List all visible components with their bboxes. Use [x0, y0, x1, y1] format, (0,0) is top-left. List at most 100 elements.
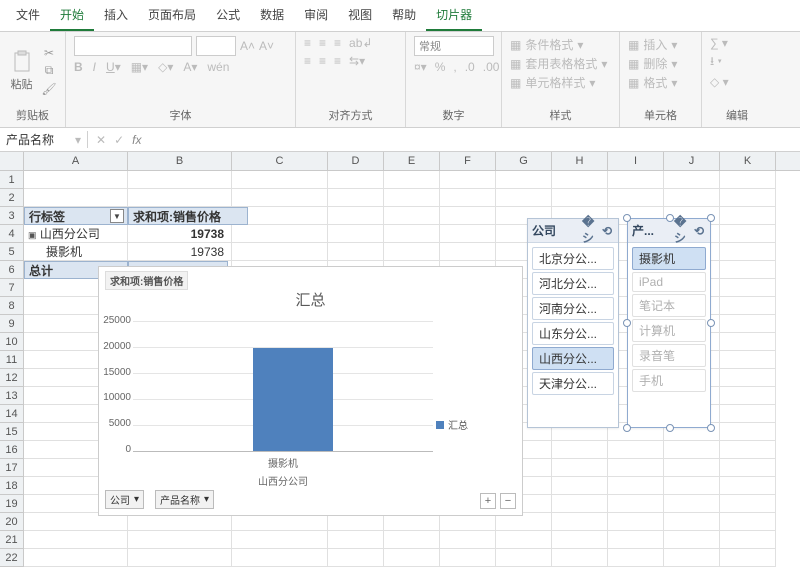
enter-icon[interactable]: ✓ — [114, 133, 124, 147]
clear-button[interactable]: ◇ ▾ — [710, 75, 729, 89]
row-header[interactable]: 8 — [0, 297, 23, 315]
bold-button[interactable]: B — [74, 60, 83, 74]
cell-styles-button[interactable]: ▦单元格样式▾ — [510, 74, 595, 91]
align-left-icon[interactable]: ≡ — [304, 54, 311, 68]
name-box[interactable]: 产品名称 ▾ — [0, 131, 88, 148]
underline-button[interactable]: U▾ — [106, 60, 121, 74]
resize-handle[interactable] — [707, 319, 715, 327]
resize-handle[interactable] — [666, 424, 674, 432]
row-header[interactable]: 4 — [0, 225, 23, 243]
clear-filter-icon[interactable]: ⟲ — [600, 224, 614, 238]
slicer-item[interactable]: 河南分公... — [532, 297, 614, 320]
font-name-combo[interactable] — [74, 36, 192, 56]
fill-color-button[interactable]: ◇▾ — [158, 60, 173, 74]
currency-icon[interactable]: ¤▾ — [414, 60, 427, 74]
slicer-item[interactable]: 摄影机 — [632, 247, 706, 270]
fill-button[interactable]: ⭳ ▾ — [710, 52, 722, 73]
slicer-product[interactable]: 产... �シ ⟲ 摄影机iPad笔记本计算机录音笔手机 — [627, 218, 711, 428]
column-header[interactable]: F — [440, 152, 496, 170]
cancel-icon[interactable]: ✕ — [96, 133, 106, 147]
tab-data[interactable]: 数据 — [250, 2, 294, 31]
align-center-icon[interactable]: ≡ — [319, 54, 326, 68]
resize-handle[interactable] — [623, 214, 631, 222]
format-painter-icon[interactable]: 🖌 — [41, 82, 57, 96]
paste-button[interactable]: 粘贴 — [8, 47, 35, 95]
slicer-item[interactable]: 计算机 — [632, 319, 706, 342]
tab-home[interactable]: 开始 — [50, 2, 94, 31]
multiselect-icon[interactable]: �シ — [582, 224, 596, 238]
delete-cells-button[interactable]: ▦删除▾ — [628, 55, 677, 72]
chart-bar[interactable] — [253, 348, 333, 451]
row-header[interactable]: 2 — [0, 189, 23, 207]
align-middle-icon[interactable]: ≡ — [319, 36, 326, 50]
column-header[interactable]: J — [664, 152, 720, 170]
resize-handle[interactable] — [707, 424, 715, 432]
percent-icon[interactable]: % — [435, 60, 446, 74]
row-header[interactable]: 16 — [0, 441, 23, 459]
tab-review[interactable]: 审阅 — [294, 2, 338, 31]
merge-center-icon[interactable]: ⇆▾ — [349, 54, 365, 68]
pivot-row-filter-icon[interactable]: ▼ — [110, 209, 124, 223]
conditional-formatting-button[interactable]: ▦条件格式▾ — [510, 36, 583, 53]
row-header[interactable]: 1 — [0, 171, 23, 189]
fx-icon[interactable]: fx — [132, 133, 141, 147]
column-header[interactable]: I — [608, 152, 664, 170]
insert-cells-button[interactable]: ▦插入▾ — [628, 36, 677, 53]
row-header[interactable]: 5 — [0, 243, 23, 261]
cut-icon[interactable]: ✂ — [41, 46, 57, 60]
decrease-decimal-icon[interactable]: .00 — [483, 60, 500, 74]
select-all-corner[interactable] — [0, 152, 24, 170]
row-header[interactable]: 9 — [0, 315, 23, 333]
row-header[interactable]: 18 — [0, 477, 23, 495]
column-header[interactable]: G — [496, 152, 552, 170]
column-header[interactable]: A — [24, 152, 128, 170]
multiselect-icon[interactable]: �シ — [674, 224, 688, 238]
chart-legend[interactable]: 汇总 — [436, 417, 468, 432]
border-button[interactable]: ▦▾ — [131, 60, 148, 74]
row-header[interactable]: 11 — [0, 351, 23, 369]
slicer-item[interactable]: 录音笔 — [632, 344, 706, 367]
resize-handle[interactable] — [707, 214, 715, 222]
row-header[interactable]: 14 — [0, 405, 23, 423]
font-color-button[interactable]: A▾ — [183, 60, 197, 74]
clear-filter-icon[interactable]: ⟲ — [692, 224, 706, 238]
copy-icon[interactable]: ⧉ — [41, 64, 57, 78]
column-header[interactable]: B — [128, 152, 232, 170]
decrease-font-icon[interactable]: A˅ — [259, 39, 274, 53]
chart-expand-button[interactable]: + — [480, 493, 496, 509]
phonetic-button[interactable]: wén — [207, 60, 229, 74]
row-header[interactable]: 22 — [0, 549, 23, 567]
slicer-item[interactable]: 山东分公... — [532, 322, 614, 345]
italic-button[interactable]: I — [93, 60, 96, 74]
collapse-icon[interactable]: ▣ — [28, 230, 37, 240]
font-size-combo[interactable] — [196, 36, 236, 56]
pivot-row-group[interactable]: ▣ 山西分公司 — [24, 225, 128, 243]
slicer-item[interactable]: 山西分公... — [532, 347, 614, 370]
slicer-item[interactable]: 手机 — [632, 369, 706, 392]
column-header[interactable]: H — [552, 152, 608, 170]
row-header[interactable]: 13 — [0, 387, 23, 405]
increase-font-icon[interactable]: A˄ — [240, 39, 255, 53]
column-header[interactable]: K — [720, 152, 776, 170]
slicer-item[interactable]: 笔记本 — [632, 294, 706, 317]
wrap-text-icon[interactable]: ab↲ — [349, 36, 372, 50]
tab-view[interactable]: 视图 — [338, 2, 382, 31]
row-header[interactable]: 12 — [0, 369, 23, 387]
row-header[interactable]: 6 — [0, 261, 23, 279]
row-header[interactable]: 15 — [0, 423, 23, 441]
row-header[interactable]: 21 — [0, 531, 23, 549]
resize-handle[interactable] — [623, 319, 631, 327]
column-header[interactable]: E — [384, 152, 440, 170]
comma-icon[interactable]: , — [453, 60, 456, 74]
chart-field-product[interactable]: 产品名称▾ — [155, 490, 214, 509]
table-format-button[interactable]: ▦套用表格格式▾ — [510, 55, 607, 72]
pivot-row-item[interactable]: 摄影机 — [24, 243, 128, 261]
align-top-icon[interactable]: ≡ — [304, 36, 311, 50]
resize-handle[interactable] — [623, 424, 631, 432]
slicer-company[interactable]: 公司 �シ ⟲ 北京分公...河北分公...河南分公...山东分公...山西分公… — [527, 218, 619, 428]
tab-insert[interactable]: 插入 — [94, 2, 138, 31]
chart-field-company[interactable]: 公司▾ — [105, 490, 144, 509]
slicer-item[interactable]: 北京分公... — [532, 247, 614, 270]
autosum-button[interactable]: ∑ ▾ — [710, 36, 728, 50]
tab-formulas[interactable]: 公式 — [206, 2, 250, 31]
